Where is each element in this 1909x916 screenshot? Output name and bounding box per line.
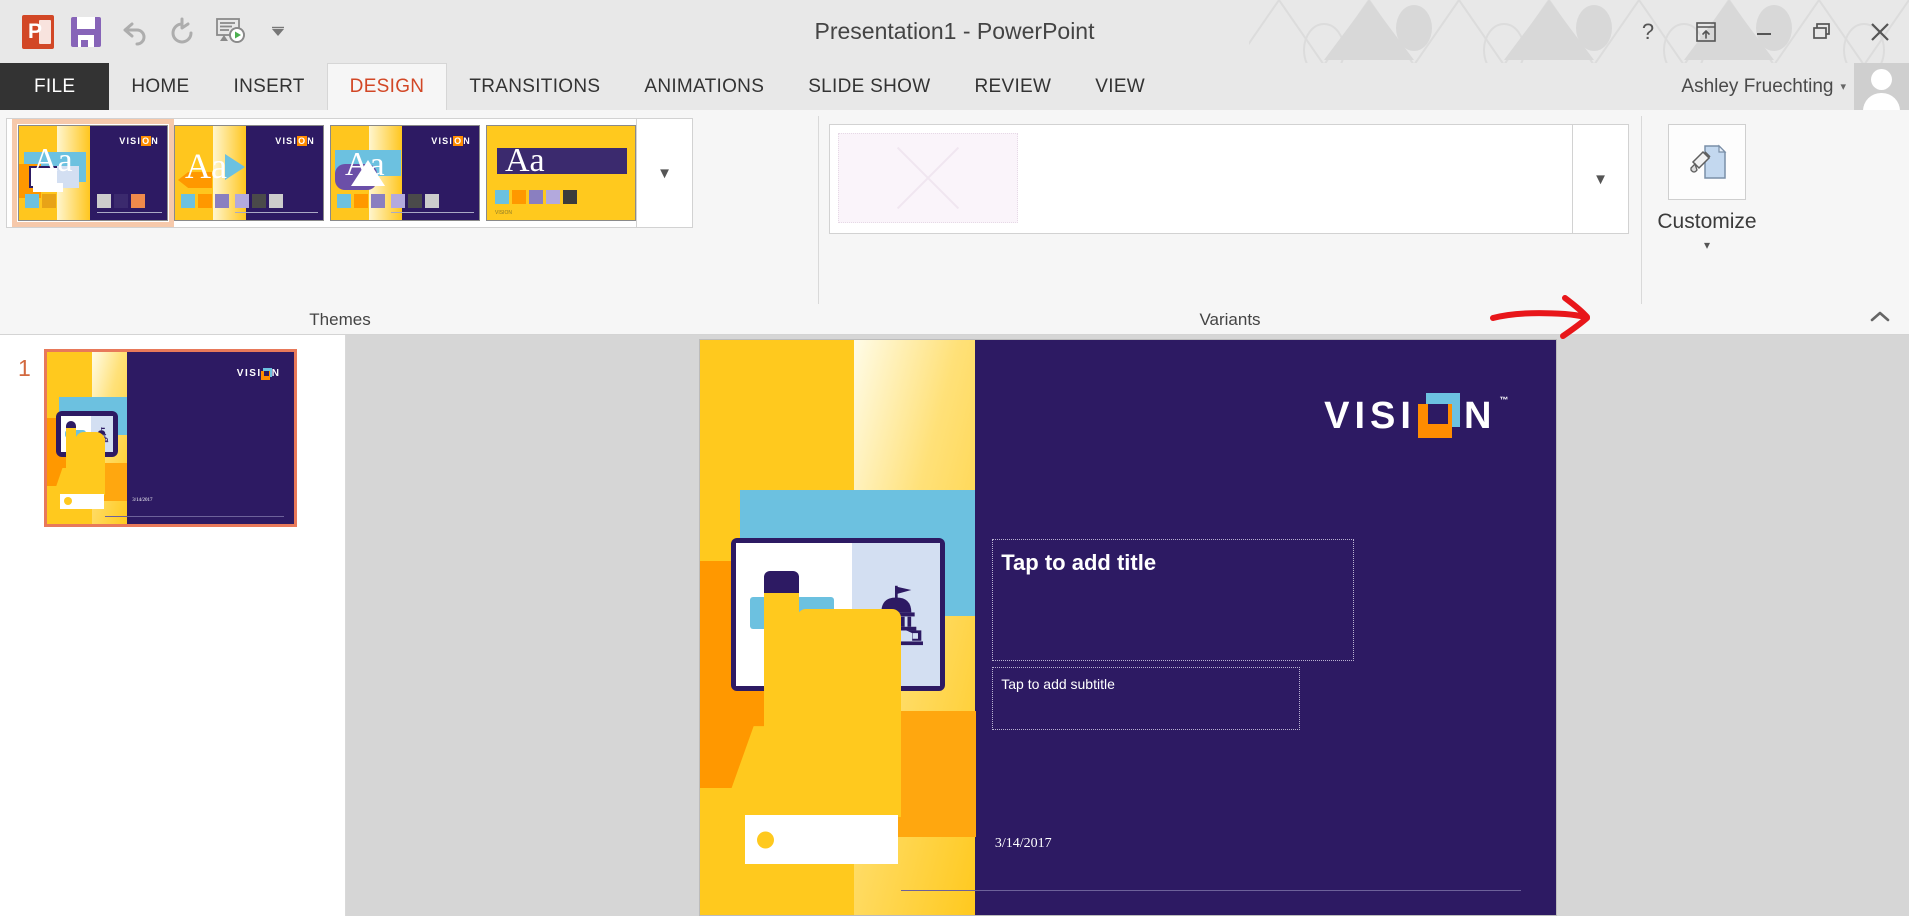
close-icon[interactable] [1851,0,1909,63]
tab-view[interactable]: VIEW [1073,63,1167,110]
slide-bottom-rule [900,889,1522,891]
slide-edit-area: VISI N ™ Tap to add title Tap to add sub… [346,335,1909,916]
format-background-icon[interactable] [1668,124,1746,200]
tab-home[interactable]: HOME [109,63,211,110]
account-name: Ashley Fruechting [1681,75,1834,97]
vision-logo-o-mark [1417,393,1460,439]
window-controls: ? [1619,0,1909,63]
theme-thumbnail-1[interactable]: Aa VISION [12,119,174,227]
tab-review[interactable]: REVIEW [953,63,1074,110]
title-bar: Presentation1 - PowerPoint ? [0,0,1909,63]
slide-date: 3/14/2017 [994,835,1052,851]
theme-thumbnail-3[interactable]: Aa VISION [330,125,480,221]
variants-gallery: ▼ [829,124,1629,234]
tab-animations[interactable]: ANIMATIONS [622,63,786,110]
workspace: 1 VISI N 3/14/2017 VISI N ™ Tap to add t… [0,335,1909,916]
slide-number: 1 [18,355,31,381]
ribbon-group-customize: Customize ▾ [1642,110,1772,334]
missing-image-placeholder[interactable] [838,133,1018,223]
chevron-down-icon: ▼ [1593,170,1608,188]
chevron-down-icon[interactable]: ▾ [1704,238,1710,252]
collapse-ribbon-icon[interactable] [1869,308,1891,328]
quick-access-toolbar [0,0,302,63]
customize-quick-access-toolbar-icon[interactable] [254,8,302,56]
current-slide[interactable]: VISI N ™ Tap to add title Tap to add sub… [698,339,1557,916]
chevron-down-icon: ▼ [657,164,672,182]
tab-transitions[interactable]: TRANSITIONS [447,63,622,110]
variants-more-button[interactable]: ▼ [1572,125,1628,233]
powerpoint-logo-icon [14,8,62,56]
slide-thumbnail-pane: 1 VISI N 3/14/2017 [0,335,346,916]
group-label-themes: Themes [309,310,371,329]
tab-slide-show[interactable]: SLIDE SHOW [786,63,952,110]
vision-logo-text-end: N [1463,394,1497,437]
restore-icon[interactable] [1793,0,1851,63]
chevron-down-icon[interactable]: ▾ [1840,80,1846,93]
slide-thumbnail-1[interactable]: VISI N 3/14/2017 [44,349,297,527]
white-bar-decoration [744,814,899,865]
title-placeholder-text: Tap to add title [1001,549,1157,575]
tab-file[interactable]: FILE [0,63,110,110]
undo-icon[interactable] [110,8,158,56]
account-area[interactable]: Ashley Fruechting ▾ [1681,63,1909,110]
theme-thumbnail-4[interactable]: Aa VISION [486,125,636,221]
vision-logo-text: VISI [1324,394,1416,437]
ribbon: Aa VISION Aa VISION Aa VISION Aa VISION … [0,110,1909,339]
start-slideshow-icon[interactable] [206,8,254,56]
ribbon-group-themes: Aa VISION Aa VISION Aa VISION Aa VISION … [0,110,818,334]
redo-icon[interactable] [158,8,206,56]
group-label-variants: Variants [1199,310,1261,329]
ribbon-tab-bar: FILE HOME INSERT DESIGN TRANSITIONS ANIM… [0,63,1909,110]
hand-pointing-icon [717,570,901,829]
title-placeholder[interactable]: Tap to add title [992,538,1355,662]
themes-gallery: Aa VISION Aa VISION Aa VISION Aa VISION … [6,118,693,228]
minimize-icon[interactable] [1735,0,1793,63]
ribbon-display-options-icon[interactable] [1677,0,1735,63]
customize-button-label[interactable]: Customize [1657,210,1756,234]
tab-design[interactable]: DESIGN [326,63,448,110]
theme-thumbnail-2[interactable]: Aa VISION [174,125,324,221]
avatar[interactable] [1854,63,1909,110]
trademark-symbol: ™ [1499,394,1509,405]
ribbon-group-variants: ▼ Variants [819,110,1641,334]
subtitle-placeholder[interactable]: Tap to add subtitle [992,666,1301,731]
tab-insert[interactable]: INSERT [212,63,327,110]
help-icon[interactable]: ? [1619,0,1677,63]
vision-logo: VISI N ™ [1324,393,1509,439]
subtitle-placeholder-text: Tap to add subtitle [1001,675,1115,692]
save-icon[interactable] [62,8,110,56]
themes-more-button[interactable]: ▼ [636,119,692,227]
